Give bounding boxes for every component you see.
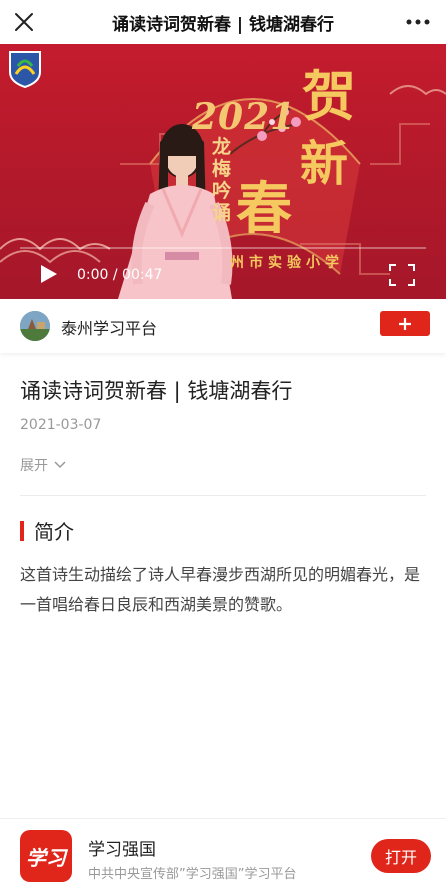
plus-icon [399, 317, 411, 330]
channel-row: 泰州学习平台 [0, 299, 446, 353]
channel-avatar[interactable] [20, 311, 50, 341]
school-logo-icon [8, 48, 42, 89]
video-school-text: 州市实验小学 [230, 255, 344, 271]
video-player[interactable]: 2021 龙梅吟诵 贺 新 春 州市实验小学 0:00 / 00:47 [0, 44, 446, 299]
expand-label: 展开 [20, 458, 48, 474]
app-banner: 学习 学习强国 中共中央宣传部”学习强国”学习平台 打开 [0, 818, 446, 892]
article-date: 2021-03-07 [20, 417, 102, 433]
intro-text: 这首诗生动描绘了诗人早春漫步西湖所见的明媚春光，是一首唱给春日良辰和西湖美景的赞… [20, 565, 421, 614]
page-title: 诵读诗词贺新春 | 钱塘湖春行 [111, 14, 335, 35]
app-logo: 学习 [20, 830, 72, 882]
article-title: 诵读诗词贺新春 | 钱塘湖春行 [20, 379, 293, 403]
open-app-button[interactable]: 打开 [371, 839, 431, 873]
video-year-text: 2021 [192, 96, 297, 138]
expand-button[interactable]: 展开 [20, 455, 66, 475]
video-char-chun: 春 [236, 176, 292, 242]
play-icon[interactable] [37, 263, 59, 285]
heading-accent-bar [20, 520, 24, 541]
video-char-xin: 新 [300, 136, 349, 192]
more-icon[interactable] [400, 8, 436, 36]
close-icon[interactable] [10, 8, 38, 36]
video-progress-bar[interactable] [20, 247, 426, 249]
divider [20, 495, 426, 496]
video-vertical-text: 龙梅吟诵 [212, 136, 232, 224]
app-name: 学习强国 [88, 840, 156, 860]
top-bar: 诵读诗词贺新春 | 钱塘湖春行 [0, 0, 446, 44]
video-time: 0:00 / 00:47 [77, 267, 163, 283]
chevron-down-icon [54, 461, 66, 469]
channel-name[interactable]: 泰州学习平台 [61, 315, 157, 339]
video-char-he: 贺 [302, 64, 356, 128]
fullscreen-icon[interactable] [388, 263, 416, 287]
follow-button[interactable] [380, 311, 430, 336]
intro-heading: 简介 [20, 516, 74, 545]
intro-heading-label: 简介 [34, 520, 74, 544]
app-description: 中共中央宣传部”学习强国”学习平台 [88, 867, 297, 882]
